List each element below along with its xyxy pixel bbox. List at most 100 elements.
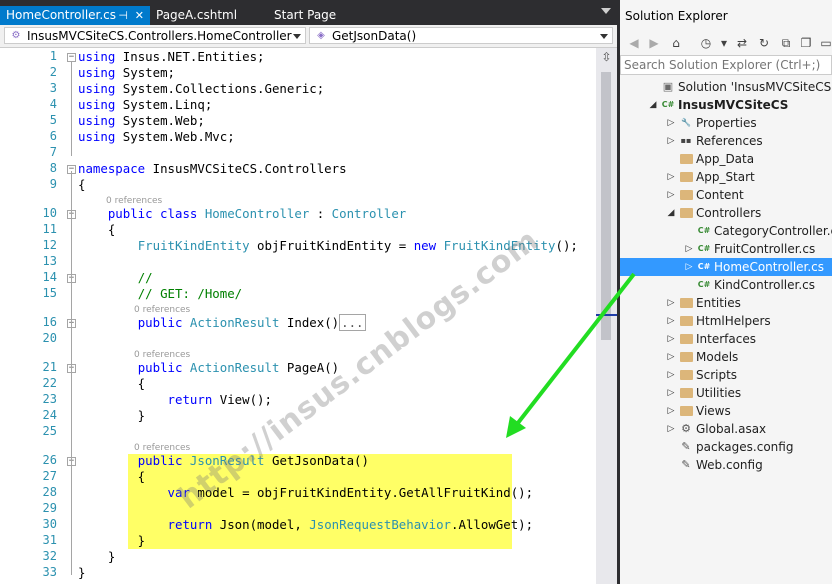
collapsed-arrow-icon[interactable]: ▷: [684, 258, 694, 276]
codelens-references[interactable]: 0 references: [106, 196, 162, 206]
collapsed-arrow-icon[interactable]: ▷: [666, 132, 676, 150]
tree-node[interactable]: ▷ 🔧 Properties: [620, 114, 832, 132]
history-icon[interactable]: ◷: [698, 35, 714, 51]
tree-node[interactable]: ▷ C# FruitController.cs: [620, 240, 832, 258]
search-input[interactable]: [624, 57, 829, 73]
pin-icon[interactable]: ⊣: [118, 6, 128, 25]
tree-node[interactable]: ▷ Views: [620, 402, 832, 420]
sync-icon[interactable]: ⇄: [734, 35, 750, 51]
tree-node[interactable]: ▷ Entities: [620, 294, 832, 312]
collapsed-arrow-icon[interactable]: ▷: [666, 366, 676, 384]
tab-pagea[interactable]: PageA.cshtml: [150, 6, 265, 25]
code-line[interactable]: {: [78, 222, 115, 238]
code-line[interactable]: using Insus.NET.Entities;: [78, 49, 265, 65]
tree-node[interactable]: ✎ Web.config: [620, 456, 832, 474]
tree-node[interactable]: ◢ Controllers: [620, 204, 832, 222]
collapse-icon[interactable]: −: [67, 53, 76, 62]
tree-node[interactable]: ▷ HtmlHelpers: [620, 312, 832, 330]
expanded-arrow-icon[interactable]: ◢: [648, 96, 658, 114]
code-line[interactable]: {: [78, 177, 85, 193]
split-icon[interactable]: ⇳: [598, 50, 615, 64]
scrollbar-thumb[interactable]: [601, 72, 611, 340]
code-line[interactable]: namespace InsusMVCSiteCS.Controllers: [78, 161, 347, 177]
tab-start-page[interactable]: Start Page: [268, 6, 378, 25]
collapsed-arrow-icon[interactable]: ▷: [666, 168, 676, 186]
code-editor[interactable]: 1 2 3 4 5 6 7 8 9 10 11 12 13 14 15 16 20 21 22 23 24 25 26 27 2…: [0, 48, 617, 584]
tree-node[interactable]: ✎ packages.config: [620, 438, 832, 456]
forward-icon[interactable]: ▶: [646, 35, 662, 51]
tree-node[interactable]: ▷ App_Start: [620, 168, 832, 186]
code-line[interactable]: FruitKindEntity objFruitKindEntity = new…: [78, 238, 578, 254]
code-line[interactable]: var model = objFruitKindEntity.GetAllFru…: [78, 485, 534, 501]
tree-node[interactable]: ▷ Scripts: [620, 366, 832, 384]
solution-explorer-title-bar: Solution Explorer: [620, 0, 832, 32]
tab-homecontroller[interactable]: HomeController.cs ⊣ ✕: [0, 6, 150, 25]
tree-node-label: App_Start: [696, 170, 755, 184]
collapsed-arrow-icon[interactable]: ▷: [666, 420, 676, 438]
refresh-icon[interactable]: ↻: [756, 35, 772, 51]
code-token[interactable]: ...: [339, 314, 366, 331]
collapsed-arrow-icon[interactable]: ▷: [666, 312, 676, 330]
code-line[interactable]: }: [78, 565, 85, 581]
code-line[interactable]: }: [78, 549, 115, 565]
code-line[interactable]: public JsonResult GetJsonData(): [78, 453, 369, 469]
collapsed-arrow-icon[interactable]: ▷: [666, 402, 676, 420]
tree-node[interactable]: ▷ Content: [620, 186, 832, 204]
close-icon[interactable]: ✕: [135, 6, 144, 25]
tree-node[interactable]: ▷ ▪▪ References: [620, 132, 832, 150]
code-line[interactable]: {: [78, 469, 145, 485]
code-line[interactable]: public class HomeController : Controller: [78, 206, 406, 222]
solution-search-box[interactable]: [620, 55, 832, 75]
tree-node[interactable]: ▷ C# HomeController.cs: [620, 258, 832, 276]
code-line[interactable]: using System;: [78, 65, 175, 81]
code-line[interactable]: }: [78, 408, 145, 424]
collapsed-arrow-icon[interactable]: ▷: [684, 240, 694, 258]
collapse-all-icon[interactable]: ⧉: [778, 35, 794, 51]
navigation-bar: ⚙ InsusMVCSiteCS.Controllers.HomeControl…: [0, 25, 617, 48]
collapsed-arrow-icon[interactable]: ▷: [666, 330, 676, 348]
code-line[interactable]: using System.Web;: [78, 113, 205, 129]
code-line[interactable]: // GET: /Home/: [78, 286, 242, 302]
properties-icon[interactable]: ▭: [818, 35, 832, 51]
tree-node[interactable]: App_Data: [620, 150, 832, 168]
code-token: using: [78, 81, 116, 96]
code-line[interactable]: {: [78, 376, 145, 392]
code-line[interactable]: using System.Linq;: [78, 97, 212, 113]
collapsed-arrow-icon[interactable]: ▷: [666, 186, 676, 204]
back-icon[interactable]: ◀: [626, 35, 642, 51]
tree-node[interactable]: ▷ Utilities: [620, 384, 832, 402]
code-line[interactable]: public ActionResult Index()...: [78, 314, 366, 331]
expanded-arrow-icon[interactable]: ◢: [666, 204, 676, 222]
codelens-references[interactable]: 0 references: [134, 350, 190, 360]
tree-node[interactable]: ▣ Solution 'InsusMVCSiteCS' (1 project): [620, 78, 832, 96]
code-token: System.Web.Mvc;: [122, 129, 235, 144]
code-line[interactable]: return View();: [78, 392, 272, 408]
tree-node[interactable]: ◢ C# InsusMVCSiteCS: [620, 96, 832, 114]
tree-node[interactable]: ▷ ⚙ Global.asax: [620, 420, 832, 438]
tree-node-label: Utilities: [696, 386, 742, 400]
collapsed-arrow-icon[interactable]: ▷: [666, 384, 676, 402]
tree-node-label: Global.asax: [696, 422, 767, 436]
collapsed-arrow-icon[interactable]: ▷: [666, 294, 676, 312]
chevron-down-icon[interactable]: ▾: [716, 35, 732, 51]
code-line[interactable]: return Json(model, JsonRequestBehavior.A…: [78, 517, 534, 533]
codelens-references[interactable]: 0 references: [134, 305, 190, 315]
class-dropdown[interactable]: ⚙ InsusMVCSiteCS.Controllers.HomeControl…: [4, 27, 306, 44]
code-line[interactable]: //: [78, 270, 153, 286]
code-line[interactable]: public ActionResult PageA(): [78, 360, 339, 376]
code-line[interactable]: using System.Web.Mvc;: [78, 129, 235, 145]
vertical-scrollbar[interactable]: ⇳: [596, 48, 617, 584]
codelens-references[interactable]: 0 references: [134, 443, 190, 453]
code-line[interactable]: using System.Collections.Generic;: [78, 81, 324, 97]
collapsed-arrow-icon[interactable]: ▷: [666, 114, 676, 132]
tree-node[interactable]: ▷ Models: [620, 348, 832, 366]
code-line[interactable]: }: [78, 533, 145, 549]
show-all-files-icon[interactable]: ❐: [798, 35, 814, 51]
member-dropdown[interactable]: ◈ GetJsonData(): [309, 27, 613, 44]
collapsed-arrow-icon[interactable]: ▷: [666, 348, 676, 366]
tree-node[interactable]: ▷ Interfaces: [620, 330, 832, 348]
tree-node[interactable]: C# CategoryController.cs: [620, 222, 832, 240]
tree-node[interactable]: C# KindController.cs: [620, 276, 832, 294]
home-icon[interactable]: ⌂: [668, 35, 684, 51]
tab-dropdown-icon[interactable]: [601, 8, 611, 14]
